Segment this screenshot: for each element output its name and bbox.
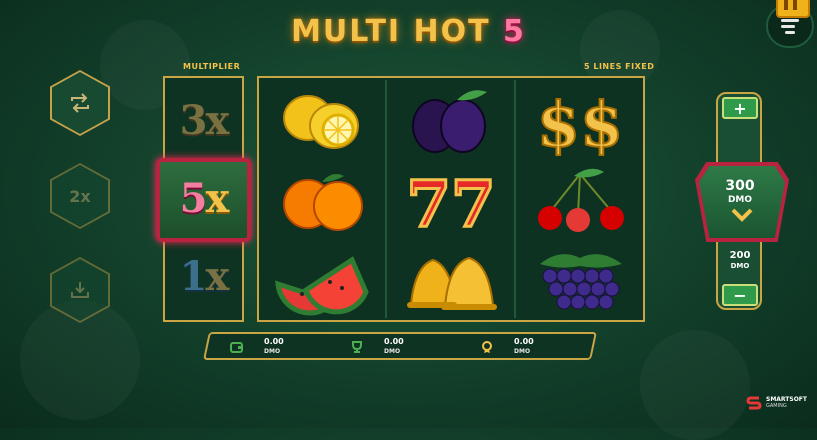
dollar-icon: $$: [536, 87, 624, 156]
autoplay-button[interactable]: [50, 70, 110, 136]
wallet-icon: [230, 342, 243, 353]
multiplier-3x: 3x: [179, 96, 230, 144]
download-icon: [71, 282, 89, 298]
brand-name: SMARTSOFT: [766, 396, 807, 403]
title-number: 5: [503, 14, 526, 49]
medal-icon: [482, 341, 492, 353]
current-bet-value: 300: [725, 178, 755, 194]
smartsoft-s-icon: [746, 396, 762, 410]
bet-increase-button[interactable]: +: [722, 97, 758, 119]
brand-sub: GAMING: [766, 403, 787, 409]
svg-text:$$: $$: [537, 88, 623, 156]
bet-decrease-button[interactable]: −: [722, 284, 758, 306]
balance-stat: 0.00 DMO: [210, 336, 330, 360]
title-text: MULTI HOT: [291, 14, 491, 49]
game-title: MULTI HOT 5: [0, 14, 817, 49]
lines-label: 5 LINES FIXED: [584, 62, 655, 71]
next-bet-value[interactable]: 200: [0, 250, 817, 261]
repeat-icon: [71, 93, 89, 113]
next-bet-unit: DMO: [730, 262, 750, 270]
current-bet-unit: DMO: [727, 195, 753, 205]
gift-icon[interactable]: [776, 0, 810, 18]
multiplier-label: MULTIPLIER: [183, 62, 241, 71]
jackpot-stat: 0.00 DMO: [460, 336, 580, 360]
lemon-icon: [283, 95, 359, 149]
trophy-icon: [352, 341, 362, 353]
chevron-down-icon: [731, 208, 753, 222]
plum-icon: [412, 90, 487, 153]
win-stat: 0.00 DMO: [330, 336, 450, 360]
